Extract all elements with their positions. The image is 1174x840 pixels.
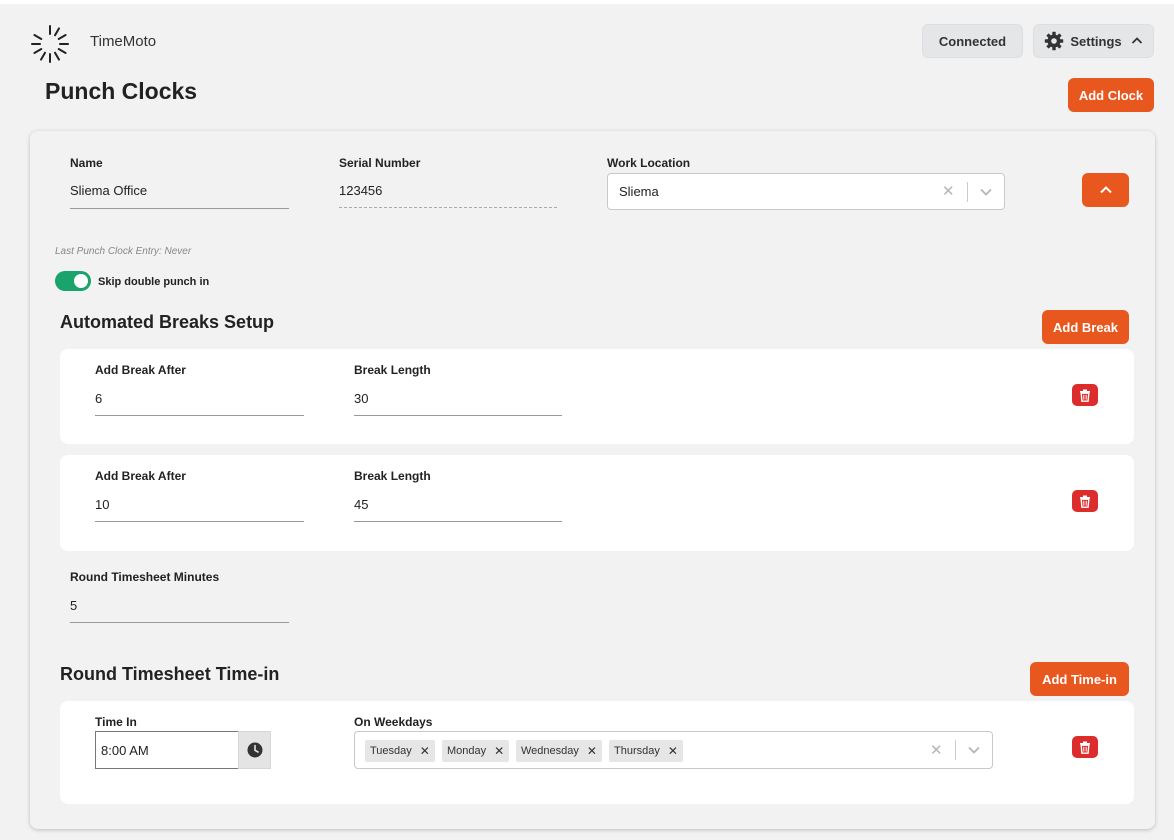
name-label: Name — [70, 156, 103, 170]
add-time-in-button[interactable]: Add Time-in — [1030, 662, 1129, 696]
break-after-input[interactable]: 6 — [95, 391, 102, 406]
break-length-input[interactable]: 45 — [354, 497, 368, 512]
chevron-down-icon[interactable] — [967, 745, 981, 755]
round-minutes-underline — [70, 622, 289, 623]
settings-button[interactable]: Settings — [1033, 24, 1154, 58]
break-after-label: Add Break After — [95, 363, 186, 377]
break-panel — [60, 455, 1134, 551]
breaks-section-title: Automated Breaks Setup — [60, 312, 275, 332]
break-after-underline — [95, 521, 304, 522]
remove-tag-icon[interactable]: ✕ — [412, 744, 435, 758]
select-separator — [967, 182, 968, 202]
time-in-section-title: Round Timesheet Time-in — [60, 664, 280, 684]
break-panel — [60, 349, 1134, 444]
gear-icon — [1045, 31, 1064, 51]
break-length-label: Break Length — [354, 363, 431, 377]
time-in-label: Time In — [95, 715, 137, 729]
clear-x-icon[interactable]: ✕ — [930, 743, 943, 758]
trash-icon — [1080, 389, 1090, 402]
select-separator — [955, 740, 956, 760]
skip-double-punch-toggle[interactable] — [55, 271, 91, 291]
round-minutes-input[interactable]: 5 — [70, 598, 77, 613]
last-punch-entry: Last Punch Clock Entry: Never — [55, 246, 192, 257]
weekday-tag: Tuesday ✕ — [365, 740, 435, 762]
serial-number-value: 123456 — [339, 183, 383, 198]
trash-icon — [1080, 495, 1090, 508]
clock-icon — [247, 742, 262, 758]
break-length-underline — [354, 415, 562, 416]
settings-label: Settings — [1070, 33, 1122, 49]
serial-number-label: Serial Number — [339, 156, 421, 170]
page-title: Punch Clocks — [45, 78, 198, 104]
weekdays-multiselect[interactable]: Tuesday ✕ Monday ✕ Wednesday ✕ Thursday … — [354, 731, 993, 769]
clear-x-icon[interactable]: ✕ — [942, 184, 955, 199]
app-title: TimeMoto — [90, 33, 157, 50]
weekday-tag-label: Wednesday — [521, 745, 579, 757]
time-in-input[interactable]: 8:00 AM — [95, 731, 238, 769]
chevron-up-icon — [1131, 37, 1142, 44]
break-after-underline — [95, 415, 304, 416]
break-after-input[interactable]: 10 — [95, 497, 109, 512]
connection-status-label: Connected — [938, 33, 1007, 49]
chevron-up-icon — [1099, 186, 1112, 194]
weekday-tag: Wednesday ✕ — [516, 740, 602, 762]
weekday-tag-label: Monday — [447, 745, 487, 757]
add-clock-label: Add Clock — [1078, 87, 1144, 103]
break-length-input[interactable]: 30 — [354, 391, 368, 406]
break-length-underline — [354, 521, 562, 522]
trash-icon — [1080, 741, 1090, 754]
toggle-knob — [74, 274, 88, 288]
add-break-label: Add Break — [1052, 319, 1119, 335]
connection-status-button[interactable]: Connected — [922, 24, 1023, 58]
break-length-label: Break Length — [354, 469, 431, 483]
time-picker-button[interactable] — [238, 731, 271, 769]
delete-break-button[interactable] — [1072, 490, 1098, 512]
add-break-button[interactable]: Add Break — [1042, 310, 1129, 344]
round-minutes-label: Round Timesheet Minutes — [70, 570, 220, 584]
remove-tag-icon[interactable]: ✕ — [660, 744, 683, 758]
name-underline — [70, 208, 289, 209]
work-location-select[interactable]: Sliema ✕ — [607, 173, 1005, 210]
add-clock-button[interactable]: Add Clock — [1068, 78, 1154, 112]
work-location-value: Sliema — [619, 184, 659, 199]
skip-double-punch-label: Skip double punch in — [98, 276, 210, 288]
top-strip — [0, 0, 1174, 4]
chevron-down-icon[interactable] — [979, 187, 993, 197]
loading-spinner-icon — [31, 25, 69, 63]
remove-tag-icon[interactable]: ✕ — [579, 744, 602, 758]
weekday-tag-label: Thursday — [614, 745, 660, 757]
remove-tag-icon[interactable]: ✕ — [486, 744, 509, 758]
collapse-card-button[interactable] — [1082, 173, 1129, 207]
weekday-tag-label: Tuesday — [370, 745, 412, 757]
break-after-label: Add Break After — [95, 469, 186, 483]
delete-break-button[interactable] — [1072, 384, 1098, 406]
weekday-tag: Monday ✕ — [442, 740, 510, 762]
serial-number-underline — [339, 207, 557, 208]
weekday-tag: Thursday ✕ — [609, 740, 683, 762]
work-location-label: Work Location — [607, 156, 691, 170]
weekdays-label: On Weekdays — [354, 715, 433, 729]
name-input[interactable]: Sliema Office — [70, 183, 147, 198]
delete-time-in-button[interactable] — [1072, 736, 1098, 758]
add-time-in-label: Add Time-in — [1042, 671, 1117, 687]
